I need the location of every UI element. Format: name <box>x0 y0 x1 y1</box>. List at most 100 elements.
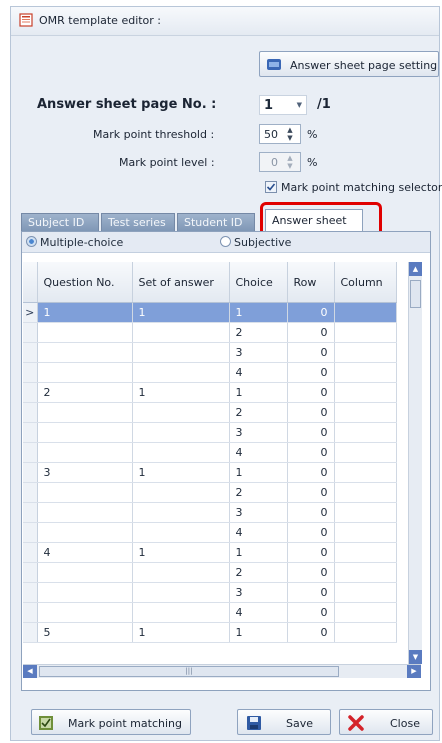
table-row[interactable]: 40 <box>23 362 397 383</box>
row-indicator[interactable] <box>23 622 38 643</box>
table-cell[interactable] <box>37 502 133 523</box>
table-cell[interactable]: 1 <box>229 302 288 323</box>
table-cell[interactable]: 0 <box>287 402 335 423</box>
table-cell[interactable]: 0 <box>287 302 335 323</box>
table-row[interactable]: 40 <box>23 442 397 463</box>
table-cell[interactable]: 3 <box>229 342 288 363</box>
table-cell[interactable] <box>132 602 230 623</box>
column-header[interactable]: Question No. <box>37 262 133 303</box>
answer-sheet-page-setting-button[interactable]: Answer sheet page setting <box>259 51 439 77</box>
table-cell[interactable]: 3 <box>229 422 288 443</box>
matching-selector-checkbox[interactable] <box>265 181 277 193</box>
table-cell[interactable] <box>334 522 397 543</box>
table-row[interactable]: 20 <box>23 562 397 583</box>
row-indicator[interactable] <box>23 522 38 543</box>
stepper-arrows-icon[interactable]: ▲ ▼ <box>283 126 297 142</box>
table-cell[interactable]: 1 <box>229 462 288 483</box>
page-number-select[interactable]: 1 ▼ <box>259 95 307 115</box>
level-stepper[interactable]: 0 ▲ ▼ <box>259 152 301 172</box>
table-cell[interactable] <box>132 402 230 423</box>
scroll-down-icon[interactable]: ▼ <box>409 650 422 664</box>
row-indicator[interactable] <box>23 402 38 423</box>
table-cell[interactable]: 0 <box>287 382 335 403</box>
row-indicator[interactable] <box>23 482 38 503</box>
table-cell[interactable] <box>334 402 397 423</box>
table-cell[interactable] <box>334 602 397 623</box>
save-button[interactable]: Save <box>237 709 331 735</box>
row-indicator[interactable] <box>23 502 38 523</box>
table-cell[interactable]: 1 <box>37 302 133 323</box>
table-row[interactable]: 30 <box>23 502 397 523</box>
subjective-radio[interactable] <box>220 236 231 247</box>
table-cell[interactable]: 0 <box>287 502 335 523</box>
row-indicator[interactable] <box>23 562 38 583</box>
table-cell[interactable]: 3 <box>229 582 288 603</box>
scroll-left-icon[interactable]: ◀ <box>23 665 37 678</box>
table-cell[interactable] <box>132 422 230 443</box>
tab-test-series[interactable]: Test series <box>101 213 175 231</box>
table-cell[interactable]: 4 <box>229 442 288 463</box>
table-cell[interactable] <box>37 562 133 583</box>
table-cell[interactable]: 2 <box>229 482 288 503</box>
threshold-stepper[interactable]: 50 ▲ ▼ <box>259 124 301 144</box>
table-cell[interactable] <box>334 422 397 443</box>
table-cell[interactable]: 2 <box>229 402 288 423</box>
table-row[interactable]: 30 <box>23 342 397 363</box>
scroll-right-icon[interactable]: ▶ <box>407 665 421 678</box>
row-indicator[interactable] <box>23 582 38 603</box>
table-cell[interactable] <box>132 482 230 503</box>
table-cell[interactable]: 3 <box>229 502 288 523</box>
table-cell[interactable] <box>37 602 133 623</box>
column-header[interactable]: Set of answer <box>132 262 230 303</box>
tab-subject-id[interactable]: Subject ID <box>21 213 99 231</box>
table-cell[interactable]: 0 <box>287 582 335 603</box>
table-cell[interactable]: 4 <box>229 602 288 623</box>
table-row[interactable]: 20 <box>23 322 397 343</box>
table-cell[interactable] <box>334 342 397 363</box>
table-cell[interactable] <box>334 482 397 503</box>
table-cell[interactable] <box>132 442 230 463</box>
table-row[interactable]: 4110 <box>23 542 397 563</box>
table-cell[interactable] <box>132 342 230 363</box>
horizontal-scrollbar[interactable]: ◀ ||| ▶ <box>23 664 421 678</box>
table-cell[interactable] <box>37 422 133 443</box>
table-cell[interactable]: 0 <box>287 462 335 483</box>
row-indicator[interactable] <box>23 442 38 463</box>
table-row[interactable]: 30 <box>23 582 397 603</box>
table-cell[interactable]: 0 <box>287 542 335 563</box>
table-cell[interactable]: 0 <box>287 602 335 623</box>
row-indicator[interactable]: > <box>23 302 38 323</box>
table-cell[interactable]: 0 <box>287 442 335 463</box>
table-cell[interactable] <box>37 342 133 363</box>
row-indicator[interactable] <box>23 382 38 403</box>
table-cell[interactable] <box>132 322 230 343</box>
table-cell[interactable]: 1 <box>229 382 288 403</box>
table-row[interactable]: 40 <box>23 602 397 623</box>
table-cell[interactable] <box>334 382 397 403</box>
table-cell[interactable] <box>37 582 133 603</box>
table-cell[interactable] <box>37 482 133 503</box>
scroll-thumb[interactable] <box>410 280 421 308</box>
table-row[interactable]: 2110 <box>23 382 397 403</box>
table-cell[interactable]: 2 <box>37 382 133 403</box>
table-cell[interactable]: 0 <box>287 422 335 443</box>
row-indicator[interactable] <box>23 602 38 623</box>
column-header[interactable]: Choice <box>229 262 288 303</box>
column-header[interactable]: Column <box>334 262 397 303</box>
table-row[interactable]: 20 <box>23 482 397 503</box>
row-indicator[interactable] <box>23 362 38 383</box>
table-cell[interactable]: 0 <box>287 622 335 643</box>
row-indicator[interactable] <box>23 462 38 483</box>
table-cell[interactable]: 0 <box>287 362 335 383</box>
table-cell[interactable] <box>334 302 397 323</box>
vertical-scrollbar[interactable]: ▲ ▼ <box>408 262 422 664</box>
table-cell[interactable]: 0 <box>287 562 335 583</box>
table-row[interactable]: 5110 <box>23 622 397 643</box>
table-cell[interactable] <box>132 562 230 583</box>
table-cell[interactable]: 1 <box>229 622 288 643</box>
table-cell[interactable]: 1 <box>132 382 230 403</box>
table-cell[interactable]: 1 <box>132 622 230 643</box>
table-cell[interactable]: 4 <box>229 522 288 543</box>
table-cell[interactable]: 5 <box>37 622 133 643</box>
tab-student-id[interactable]: Student ID <box>177 213 255 231</box>
